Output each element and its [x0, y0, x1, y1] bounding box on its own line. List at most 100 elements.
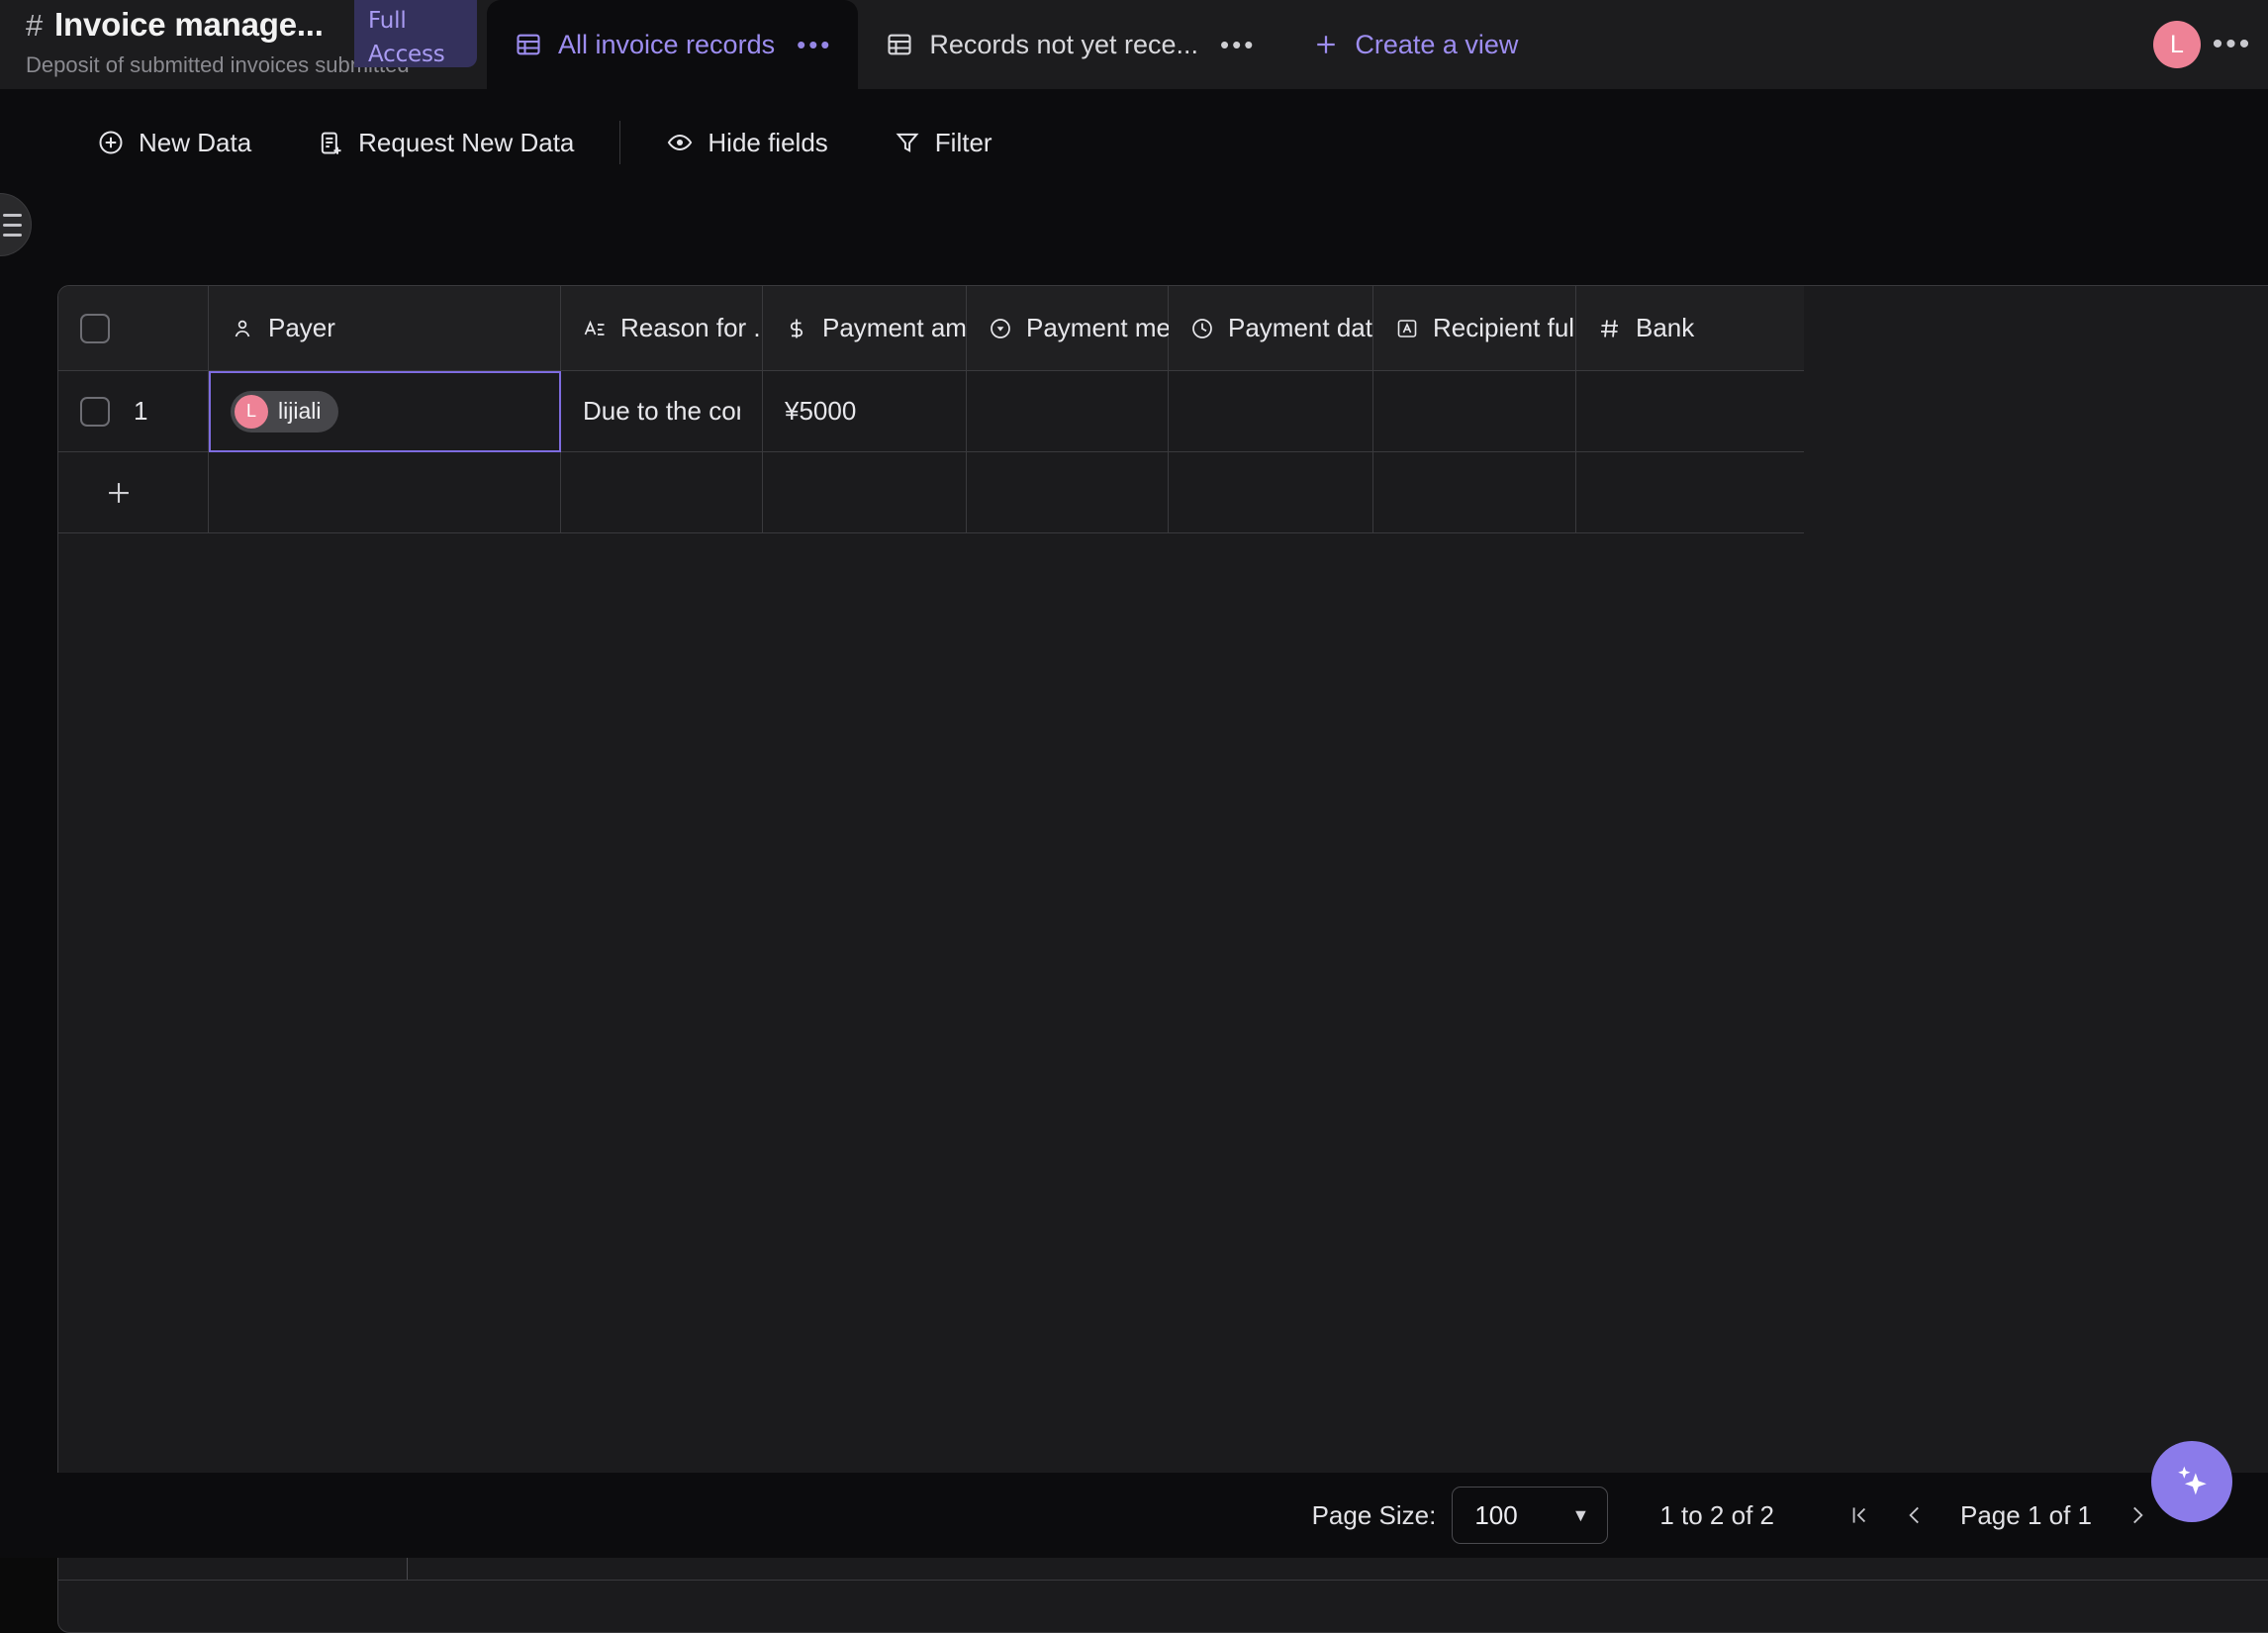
cell-bank[interactable]: [1576, 371, 1804, 452]
column-header-label: Payment me...: [1026, 313, 1192, 342]
filter-label: Filter: [934, 127, 992, 157]
select-all-checkbox[interactable]: [80, 313, 110, 343]
page-size-value: 100: [1474, 1499, 1518, 1530]
add-row[interactable]: [58, 452, 2268, 533]
create-view-label: Create a view: [1355, 29, 1519, 59]
text-icon: [583, 317, 607, 340]
column-header-label: Recipient ful...: [1433, 313, 1596, 342]
access-badge-line2: Access: [368, 42, 445, 67]
column-header-label: Payer: [268, 313, 335, 342]
row-index-cell[interactable]: 1: [58, 371, 209, 452]
cell-payment-method[interactable]: [967, 371, 1169, 452]
new-data-label: New Data: [139, 127, 252, 157]
reason-value: Due to the com...: [583, 396, 740, 426]
add-row-spacer: [1576, 452, 1804, 533]
hide-fields-label: Hide fields: [708, 127, 828, 157]
chevron-down-icon: ▼: [1571, 1504, 1590, 1525]
row-select-checkbox[interactable]: [80, 396, 110, 427]
new-data-button[interactable]: New Data: [77, 117, 271, 168]
column-header-label: Bank: [1636, 313, 1695, 342]
eye-icon: [666, 129, 694, 156]
column-header-recipient[interactable]: Recipient ful...: [1373, 286, 1596, 371]
sparkle-icon: [2169, 1459, 2215, 1504]
table-toolbar: New Data Request New Data Hide fields Fi…: [0, 103, 2268, 182]
clipboard-plus-icon: [317, 129, 344, 156]
tab-all-invoice-records[interactable]: All invoice records •••: [487, 0, 859, 89]
hamburger-line: [3, 223, 22, 227]
plus-icon[interactable]: [102, 476, 136, 510]
tab-label: Records not yet rece...: [929, 29, 1199, 59]
cell-payment-amount[interactable]: ¥5000: [763, 371, 967, 452]
data-grid: Payer Reason for ... Payment am... Payme…: [57, 285, 2268, 1633]
column-header-bank[interactable]: Bank: [1576, 286, 1804, 371]
number-icon: [1598, 317, 1622, 340]
table-icon: [515, 31, 542, 58]
hamburger-line: [3, 233, 22, 237]
hash-icon: #: [26, 7, 44, 43]
cell-payer[interactable]: L lijiali: [209, 371, 561, 452]
previous-page-button[interactable]: [1887, 1488, 1942, 1543]
cell-recipient[interactable]: [1373, 371, 1576, 452]
tab-label: All invoice records: [558, 29, 776, 59]
access-badge-line1: Full: [368, 8, 407, 34]
text-box-icon: [1395, 317, 1419, 340]
create-view-button[interactable]: Create a view: [1281, 0, 1540, 89]
column-header-label: Payment date: [1228, 313, 1387, 342]
add-row-cell[interactable]: [58, 452, 209, 533]
add-row-spacer: [1169, 452, 1373, 533]
table-row[interactable]: 1 L lijiali Due to the com... ¥5000: [58, 371, 2268, 452]
payer-chip[interactable]: L lijiali: [231, 390, 339, 432]
view-tabs: All invoice records ••• Records not yet …: [487, 0, 1540, 89]
pagination-bar: Page Size: 100 ▼ 1 to 2 of 2 Page 1 of 1: [57, 1473, 2268, 1558]
clock-icon: [1190, 317, 1214, 340]
request-new-data-label: Request New Data: [358, 127, 575, 157]
hamburger-line: [3, 213, 22, 217]
person-icon: [231, 317, 254, 340]
row-index-label: 1: [134, 396, 148, 426]
currency-icon: [785, 317, 808, 340]
add-row-spacer: [1373, 452, 1576, 533]
sidebar-toggle-handle[interactable]: [0, 193, 32, 256]
cell-reason[interactable]: Due to the com...: [561, 371, 763, 452]
cell-payment-date[interactable]: [1169, 371, 1373, 452]
tab-menu-icon[interactable]: •••: [1214, 32, 1256, 57]
topbar-more-icon[interactable]: •••: [2211, 28, 2254, 61]
payer-name: lijiali: [278, 398, 322, 424]
add-row-spacer: [561, 452, 763, 533]
plus-icon: [1311, 30, 1341, 59]
page-title-text: Invoice manage...: [54, 6, 324, 43]
column-header-payment-date[interactable]: Payment date: [1169, 286, 1386, 371]
table-icon: [886, 31, 913, 58]
hide-fields-button[interactable]: Hide fields: [646, 117, 847, 168]
avatar-initial: L: [2170, 30, 2184, 58]
ai-assistant-button[interactable]: [2151, 1441, 2232, 1522]
avatar[interactable]: L: [2153, 21, 2201, 68]
top-bar: # Invoice manage... Deposit of submitted…: [0, 0, 2268, 89]
column-header-reason[interactable]: Reason for ...: [561, 286, 775, 371]
current-page-label: Page 1 of 1: [1960, 1499, 2092, 1530]
request-new-data-button[interactable]: Request New Data: [297, 117, 594, 168]
grid-header-row: Payer Reason for ... Payment am... Payme…: [58, 286, 2268, 371]
filter-button[interactable]: Filter: [874, 117, 1012, 168]
add-row-spacer: [763, 452, 967, 533]
first-page-button[interactable]: [1832, 1488, 1887, 1543]
plus-circle-icon: [97, 129, 125, 156]
column-header-payment-amount[interactable]: Payment am...: [763, 286, 989, 371]
page-size-select[interactable]: 100 ▼: [1452, 1487, 1609, 1544]
column-header-payment-method[interactable]: Payment me...: [967, 286, 1192, 371]
amount-value: ¥5000: [785, 396, 857, 426]
select-all-cell[interactable]: [58, 286, 209, 371]
page-size-label: Page Size:: [1311, 1499, 1437, 1530]
tab-menu-icon[interactable]: •••: [791, 32, 832, 57]
column-header-label: Payment am...: [822, 313, 989, 342]
record-range-label: 1 to 2 of 2: [1659, 1499, 1774, 1530]
column-header-payer[interactable]: Payer: [209, 286, 561, 371]
filter-icon: [894, 129, 921, 156]
pagination-controls: Page 1 of 1: [1832, 1488, 2165, 1543]
add-row-spacer: [967, 452, 1169, 533]
avatar: L: [235, 394, 268, 429]
access-badge: Full Access: [354, 0, 477, 67]
select-icon: [989, 317, 1012, 340]
main-stage: New Data Request New Data Hide fields Fi…: [0, 89, 2268, 1633]
tab-records-not-yet-received[interactable]: Records not yet rece... •••: [858, 0, 1281, 89]
